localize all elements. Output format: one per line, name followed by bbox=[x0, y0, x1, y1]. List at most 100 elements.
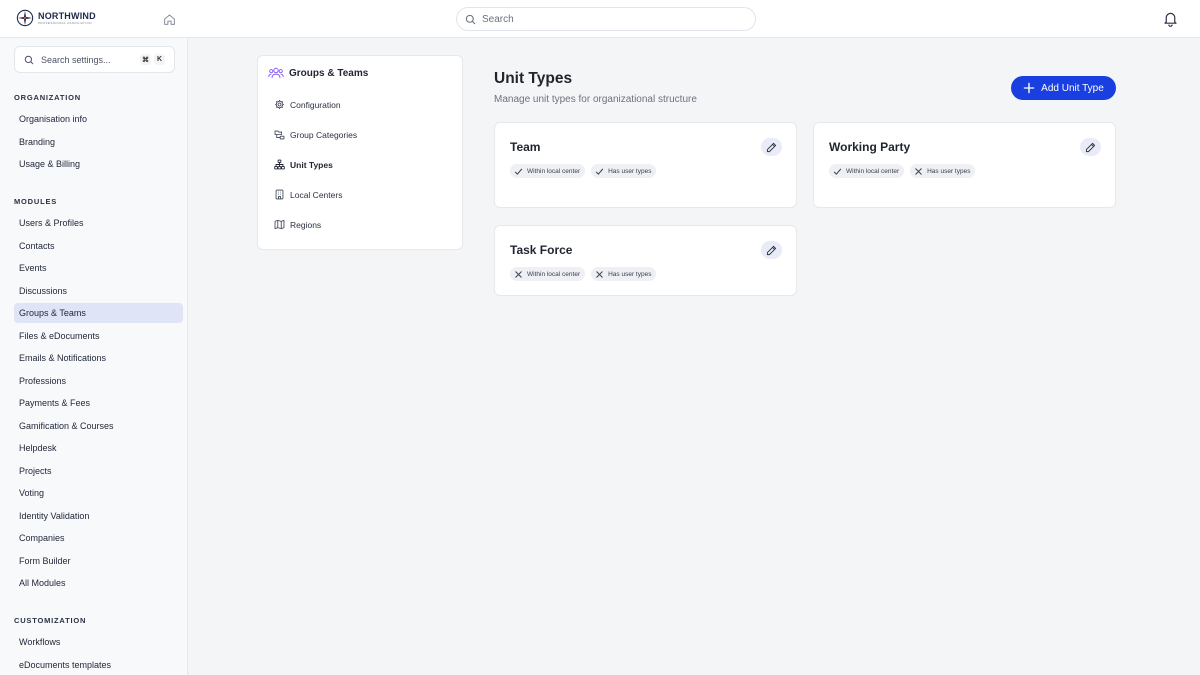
sidebar-item-identity-validation[interactable]: Identity Validation bbox=[14, 506, 183, 526]
sidebar-item-files-edocuments[interactable]: Files & eDocuments bbox=[14, 326, 183, 346]
sidebar-item-organisation-info[interactable]: Organisation info bbox=[14, 109, 183, 129]
x-icon bbox=[515, 270, 522, 278]
section-title-customization: CUSTOMIZATION bbox=[14, 616, 87, 625]
submenu-item-label: Configuration bbox=[290, 99, 341, 110]
users-group-icon bbox=[268, 67, 284, 79]
settings-sidebar: ⌘ K ORGANIZATION Organisation info Brand… bbox=[0, 38, 188, 675]
global-search[interactable] bbox=[456, 7, 756, 31]
check-icon bbox=[595, 168, 604, 175]
pencil-icon bbox=[766, 142, 777, 152]
badge-within-local-center: Within local center bbox=[829, 164, 905, 178]
sidebar-item-emails-notifications[interactable]: Emails & Notifications bbox=[14, 348, 183, 368]
pencil-icon bbox=[1085, 142, 1096, 152]
submenu-item-label: Local Centers bbox=[290, 189, 343, 200]
gear-icon bbox=[275, 100, 284, 109]
sidebar-item-gamification-courses[interactable]: Gamification & Courses bbox=[14, 416, 183, 436]
top-bar: NORTHWIND PROFESSIONAL ASSOCIATION bbox=[0, 0, 1200, 38]
shortcut-key: K bbox=[154, 54, 165, 65]
sidebar-item-usage-billing[interactable]: Usage & Billing bbox=[14, 154, 183, 174]
compass-logo-icon bbox=[16, 9, 34, 27]
sidebar-item-discussions[interactable]: Discussions bbox=[14, 281, 183, 301]
customization-nav: Workflows eDocuments templates bbox=[14, 632, 183, 675]
unit-type-title: Working Party bbox=[829, 140, 911, 154]
submenu-item-group-categories[interactable]: Group Categories bbox=[274, 129, 357, 140]
submenu-title: Groups & Teams bbox=[289, 67, 369, 79]
x-icon bbox=[596, 270, 603, 278]
groups-teams-submenu: Groups & Teams Configuration Group Categ… bbox=[257, 55, 463, 250]
badge-has-user-types: Has user types bbox=[591, 164, 657, 178]
sidebar-item-contacts[interactable]: Contacts bbox=[14, 236, 183, 256]
badge-label: Within local center bbox=[527, 270, 581, 278]
logo-name: NORTHWIND bbox=[38, 10, 96, 21]
unit-type-badges: Within local center Has user types bbox=[829, 164, 976, 178]
sidebar-item-helpdesk[interactable]: Helpdesk bbox=[14, 438, 183, 458]
badge-label: Has user types bbox=[608, 270, 652, 278]
submenu-item-label: Unit Types bbox=[290, 159, 333, 170]
section-title-modules: MODULES bbox=[14, 197, 58, 206]
submenu-item-local-centers[interactable]: Local Centers bbox=[274, 189, 342, 200]
global-search-input[interactable] bbox=[482, 13, 722, 25]
section-title-organization: ORGANIZATION bbox=[14, 93, 81, 102]
badge-label: Within local center bbox=[846, 167, 900, 175]
badge-within-local-center: Within local center bbox=[510, 267, 586, 281]
settings-search-input[interactable] bbox=[41, 54, 133, 65]
sidebar-item-edocuments-templates[interactable]: eDocuments templates bbox=[14, 655, 183, 675]
submenu-item-configuration[interactable]: Configuration bbox=[274, 99, 341, 110]
folder-tree-icon bbox=[274, 130, 285, 140]
submenu-item-regions[interactable]: Regions bbox=[274, 219, 321, 230]
sidebar-item-payments-fees[interactable]: Payments & Fees bbox=[14, 393, 183, 413]
home-icon bbox=[163, 14, 175, 25]
submenu-header: Groups & Teams bbox=[268, 66, 368, 80]
search-icon bbox=[24, 55, 34, 64]
bell-icon bbox=[1164, 12, 1177, 27]
home-button[interactable] bbox=[160, 10, 178, 28]
unit-type-card-team: Team Within local center Has user types bbox=[494, 122, 797, 208]
map-icon bbox=[274, 219, 285, 230]
building-icon bbox=[275, 189, 284, 200]
sidebar-item-events[interactable]: Events bbox=[14, 258, 183, 278]
check-icon bbox=[833, 168, 842, 175]
logo-subtitle: PROFESSIONAL ASSOCIATION bbox=[38, 20, 92, 25]
unit-type-title: Task Force bbox=[510, 243, 573, 257]
shortcut-key: ⌘ bbox=[140, 54, 151, 65]
sidebar-item-voting[interactable]: Voting bbox=[14, 483, 183, 503]
add-unit-type-button[interactable]: Add Unit Type bbox=[1011, 76, 1116, 100]
badge-has-user-types: Has user types bbox=[591, 267, 657, 281]
check-icon bbox=[514, 168, 523, 175]
plus-icon bbox=[1024, 82, 1035, 94]
sidebar-item-professions[interactable]: Professions bbox=[14, 371, 183, 391]
submenu-item-unit-types[interactable]: Unit Types bbox=[274, 159, 333, 170]
edit-unit-type-button[interactable] bbox=[761, 241, 782, 259]
logo[interactable]: NORTHWIND PROFESSIONAL ASSOCIATION bbox=[16, 9, 96, 27]
sidebar-item-groups-teams[interactable]: Groups & Teams bbox=[14, 303, 183, 323]
badge-within-local-center: Within local center bbox=[510, 164, 586, 178]
badge-label: Has user types bbox=[927, 167, 971, 175]
unit-type-title: Team bbox=[510, 140, 541, 154]
unit-type-badges: Within local center Has user types bbox=[510, 267, 657, 281]
unit-type-badges: Within local center Has user types bbox=[510, 164, 657, 178]
sidebar-item-all-modules[interactable]: All Modules bbox=[14, 573, 183, 593]
sidebar-item-users-profiles[interactable]: Users & Profiles bbox=[14, 213, 183, 233]
sidebar-item-branding[interactable]: Branding bbox=[14, 132, 183, 152]
unit-type-card-task-force: Task Force Within local center Has user … bbox=[494, 225, 797, 296]
pencil-icon bbox=[766, 245, 777, 255]
unit-type-card-working-party: Working Party Within local center Has us… bbox=[813, 122, 1116, 208]
submenu-item-label: Regions bbox=[290, 219, 322, 230]
x-icon bbox=[915, 167, 922, 175]
edit-unit-type-button[interactable] bbox=[761, 138, 782, 156]
search-icon bbox=[465, 14, 476, 24]
keyboard-shortcut: ⌘ K bbox=[140, 54, 165, 65]
sidebar-item-form-builder[interactable]: Form Builder bbox=[14, 551, 183, 571]
hierarchy-icon bbox=[274, 159, 285, 170]
sidebar-item-projects[interactable]: Projects bbox=[14, 461, 183, 481]
notifications-button[interactable] bbox=[1162, 10, 1180, 28]
settings-search[interactable]: ⌘ K bbox=[14, 46, 175, 73]
page-subtitle: Manage unit types for organizational str… bbox=[494, 94, 697, 105]
badge-label: Has user types bbox=[608, 167, 652, 175]
page-title: Unit Types bbox=[494, 70, 573, 87]
edit-unit-type-button[interactable] bbox=[1080, 138, 1101, 156]
sidebar-item-workflows[interactable]: Workflows bbox=[14, 632, 183, 652]
badge-label: Within local center bbox=[527, 167, 581, 175]
sidebar-item-companies[interactable]: Companies bbox=[14, 528, 183, 548]
modules-nav: Users & Profiles Contacts Events Discuss… bbox=[14, 213, 183, 596]
